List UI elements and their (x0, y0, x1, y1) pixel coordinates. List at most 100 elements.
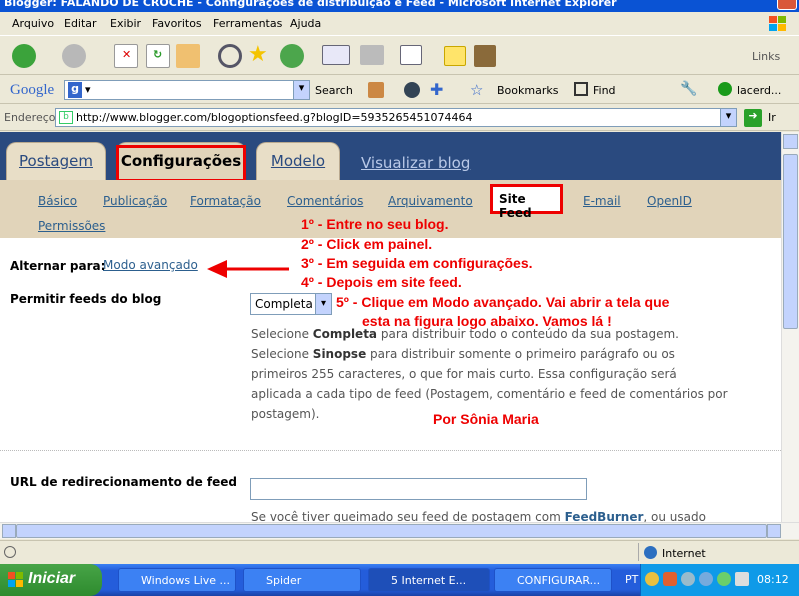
url-redirect-label: URL de redirecionamento de feed (10, 475, 237, 489)
research-icon[interactable] (474, 45, 496, 67)
address-dropdown-icon[interactable]: ▾ (720, 109, 736, 126)
subnav-email[interactable]: E-mail (583, 194, 621, 208)
google-g-icon: g (68, 82, 82, 98)
scroll-thumb[interactable] (783, 154, 798, 329)
task-internet-explorer[interactable]: 5 Internet E... (368, 568, 490, 592)
address-input[interactable]: b http://www.blogger.com/blogoptionsfeed… (55, 108, 737, 127)
close-icon[interactable] (777, 0, 797, 10)
task-configurar[interactable]: CONFIGURAR... (494, 568, 612, 592)
feed-description: Selecione Completa para distribuir todo … (251, 327, 728, 421)
subnav-formatacao[interactable]: Formatação (190, 194, 261, 208)
stop-icon[interactable]: ✕ (114, 44, 138, 68)
go-arrow-icon[interactable]: ➜ (744, 109, 762, 127)
subnav-arquivamento[interactable]: Arquivamento (388, 194, 473, 208)
subnav-comentarios[interactable]: Comentários (287, 194, 363, 208)
subnav-permissoes[interactable]: Permissões (38, 219, 105, 233)
scroll-right-icon[interactable] (767, 524, 781, 538)
scroll-left-icon[interactable] (2, 524, 16, 538)
wrench-icon[interactable]: 🔧 (680, 81, 697, 97)
menu-ajuda[interactable]: Ajuda (290, 17, 321, 30)
menu-editar[interactable]: Editar (64, 17, 97, 30)
history-icon[interactable] (280, 44, 304, 68)
url-redirect-input[interactable] (250, 478, 587, 500)
language-indicator[interactable]: PT (625, 573, 638, 586)
page-content: Postagem Configurações Modelo Visualizar… (0, 132, 781, 522)
subnav-basico[interactable]: Básico (38, 194, 77, 208)
google-search-input[interactable]: g ▾ ▾ (64, 80, 310, 100)
vertical-scrollbar[interactable] (781, 132, 799, 522)
status-bar: Internet (0, 540, 799, 564)
back-icon[interactable] (12, 44, 36, 68)
google-toolbar: Google g ▾ ▾ Search ✚ ☆ Bookmarks Find 🔧… (0, 76, 799, 104)
plus-icon[interactable]: ✚ (430, 82, 446, 98)
go-button[interactable]: Ir (768, 111, 776, 124)
print-icon[interactable] (360, 45, 384, 65)
dropdown-arrow-icon[interactable]: ▾ (293, 81, 309, 99)
edit-icon[interactable] (400, 45, 422, 65)
google-search-button[interactable]: Search (315, 84, 353, 97)
address-label: Endereço (4, 111, 56, 124)
task-windows-live[interactable]: Windows Live ... (118, 568, 236, 592)
links-label[interactable]: Links (752, 50, 780, 63)
bookmarks-button[interactable]: Bookmarks (497, 84, 558, 97)
windows-logo-icon (769, 16, 786, 31)
tab-visualizar-blog[interactable]: Visualizar blog (361, 154, 470, 172)
menu-favoritos[interactable]: Favoritos (152, 17, 202, 30)
mail-icon[interactable] (322, 45, 350, 65)
clock: 08:12 (757, 573, 789, 586)
permitir-feeds-label: Permitir feeds do blog (10, 292, 162, 306)
step-2-note: 2º - Click em painel. (301, 236, 433, 252)
bookmark-star-icon: ☆ (470, 81, 484, 99)
scroll-up-icon[interactable] (783, 134, 798, 149)
tray-icon-4[interactable] (699, 572, 713, 586)
modo-avancado-link[interactable]: Modo avançado (103, 258, 198, 272)
feed-type-select[interactable]: Completa ▾ (250, 293, 332, 315)
chevron-down-icon: ▾ (315, 294, 331, 314)
menu-ferramentas[interactable]: Ferramentas (213, 17, 282, 30)
menu-arquivo[interactable]: Arquivo (12, 17, 54, 30)
subnav-openid[interactable]: OpenID (647, 194, 692, 208)
system-tray: PT 08:12 (625, 564, 799, 596)
chevron-down-icon: ▾ (85, 83, 91, 96)
red-arrow-icon (207, 260, 289, 278)
horizontal-scrollbar[interactable] (0, 522, 799, 539)
tray-icon-5[interactable] (717, 572, 731, 586)
forward-icon[interactable] (62, 44, 86, 68)
home-icon[interactable] (176, 44, 200, 68)
tab-modelo[interactable]: Modelo (256, 142, 340, 180)
ie-page-icon (4, 546, 16, 558)
step-1-note: 1º - Entre no seu blog. (301, 216, 449, 232)
volume-icon[interactable] (735, 572, 749, 586)
window-titlebar[interactable]: Blogger: FALANDO DE CROCHÊ - Configuraçõ… (0, 0, 799, 12)
tray-icon-3[interactable] (681, 572, 695, 586)
find-button[interactable]: Find (593, 84, 616, 97)
subnav-site-feed[interactable]: Site Feed (490, 184, 563, 220)
note-icon[interactable] (444, 46, 466, 66)
find-icon (574, 82, 588, 96)
tray-shield-icon[interactable] (663, 572, 677, 586)
page-icon: b (59, 111, 73, 124)
step-3-note: 3º - Em seguida em configurações. (301, 255, 533, 271)
search-icon[interactable] (218, 44, 242, 68)
google-logo: Google (10, 82, 55, 98)
pagerank-icon[interactable] (368, 82, 384, 98)
start-button[interactable]: Iniciar (0, 564, 102, 596)
globe-icon (644, 546, 657, 559)
tab-postagem[interactable]: Postagem (6, 142, 106, 180)
subnav-publicacao[interactable]: Publicação (103, 194, 167, 208)
spell-icon[interactable] (404, 82, 420, 98)
step-4-note: 4º - Depois em site feed. (301, 274, 462, 290)
status-dot-icon (718, 82, 732, 96)
alternar-label: Alternar para: (10, 259, 106, 273)
status-divider (638, 543, 639, 561)
favorites-star-icon[interactable]: ★ (248, 44, 272, 68)
account-button[interactable]: lacerd... (737, 84, 781, 97)
hscroll-thumb[interactable] (16, 524, 767, 538)
address-bar: Endereço b http://www.blogger.com/blogop… (0, 105, 799, 131)
tray-icon-1[interactable] (645, 572, 659, 586)
highlight-configuracoes (116, 145, 246, 182)
address-url: http://www.blogger.com/blogoptionsfeed.g… (76, 111, 473, 124)
menu-exibir[interactable]: Exibir (110, 17, 141, 30)
task-spider[interactable]: Spider (243, 568, 361, 592)
refresh-icon[interactable]: ↻ (146, 44, 170, 68)
